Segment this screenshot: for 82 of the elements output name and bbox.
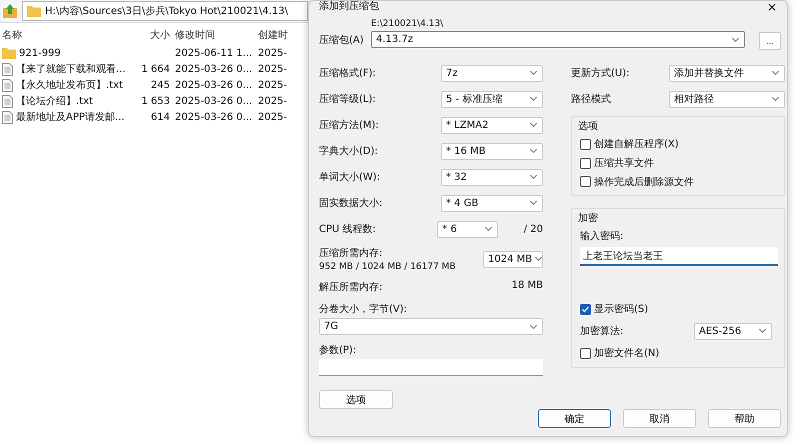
address-text: H:\内容\Sources\3日\步兵\Tokyo Hot\210021\4.13\ bbox=[45, 4, 288, 18]
dialog-title: 添加到压缩包 bbox=[319, 2, 379, 12]
setting-combo[interactable]: * 4 GB bbox=[441, 194, 543, 212]
column-header[interactable]: 创建时 bbox=[255, 28, 294, 42]
up-folder-icon[interactable] bbox=[2, 3, 18, 19]
checkbox[interactable] bbox=[580, 138, 591, 150]
file-name[interactable]: 【永久地址发布页】.txt bbox=[16, 78, 123, 92]
file-size: 1 653 bbox=[140, 96, 170, 106]
thread-count-total: / 20 bbox=[524, 224, 543, 234]
browse-button[interactable]: ... bbox=[759, 32, 781, 50]
created-date: 2025- bbox=[257, 96, 288, 106]
dialog-button[interactable]: 确定 bbox=[538, 409, 611, 428]
checkbox-label: 压缩共享文件 bbox=[594, 156, 654, 170]
setting-label: 固实数据大小: bbox=[319, 196, 384, 210]
column-header[interactable]: 大小 bbox=[130, 28, 170, 42]
checkbox-label: 创建自解压程序(X) bbox=[594, 138, 679, 152]
memory-combo[interactable]: 1024 MB bbox=[483, 250, 543, 268]
setting-combo[interactable]: * 6 bbox=[437, 220, 498, 238]
setting-label: 压缩格式(F): bbox=[319, 66, 377, 80]
file-size: 1 664 bbox=[140, 64, 170, 74]
memory-label: 压缩所需内存: bbox=[319, 246, 384, 260]
modified-date: 2025-03-26 0... bbox=[174, 64, 254, 74]
password-label: 输入密码: bbox=[580, 230, 624, 243]
address-bar[interactable]: H:\内容\Sources\3日\步兵\Tokyo Hot\210021\4.13\ bbox=[22, 1, 308, 21]
created-date: 2025- bbox=[257, 112, 288, 122]
group-title: 加密 bbox=[578, 212, 599, 225]
setting-label: 更新方式(U): bbox=[571, 66, 630, 80]
split-size-combo[interactable]: 7G bbox=[319, 318, 543, 335]
checkbox-label: 操作完成后删除源文件 bbox=[594, 176, 694, 189]
checkbox[interactable] bbox=[580, 348, 591, 358]
dialog-button[interactable]: 帮助 bbox=[708, 409, 781, 428]
decompress-memory-label: 解压所需内存: bbox=[319, 280, 382, 294]
created-date: 2025- bbox=[257, 48, 288, 58]
modified-date: 2025-03-26 0... bbox=[174, 96, 254, 106]
setting-combo[interactable]: * LZMA2 bbox=[441, 116, 543, 134]
file-size: 245 bbox=[150, 80, 170, 90]
modified-date: 2025-06-11 1... bbox=[174, 48, 254, 58]
decompress-memory-value: 18 MB bbox=[512, 280, 543, 293]
file-name[interactable]: 921-999 bbox=[19, 48, 61, 58]
split-size-label: 分卷大小，字节(V): bbox=[319, 302, 408, 316]
folder-icon bbox=[27, 5, 41, 17]
setting-label: 路径模式 bbox=[571, 92, 612, 106]
modified-date: 2025-03-26 0... bbox=[174, 80, 254, 90]
file-name[interactable]: 【论坛介绍】.txt bbox=[16, 94, 93, 108]
file-size: 614 bbox=[150, 112, 170, 122]
file-name[interactable]: 最新地址及APP请发邮... bbox=[16, 110, 124, 124]
group-title: 选项 bbox=[578, 120, 599, 133]
archive-path: E:\210021\4.13\ bbox=[371, 19, 444, 29]
file-name[interactable]: 【来了就能下载和观看... bbox=[16, 62, 126, 76]
modified-date: 2025-03-26 0... bbox=[174, 112, 254, 122]
checkbox-label: 加密文件名(N) bbox=[594, 346, 660, 360]
checkbox[interactable] bbox=[580, 176, 591, 188]
checkbox[interactable] bbox=[580, 304, 591, 314]
encryption-method-label: 加密算法: bbox=[580, 324, 624, 338]
checkbox[interactable] bbox=[580, 158, 591, 168]
setting-combo[interactable]: 7z bbox=[441, 64, 543, 82]
checkbox-label: 显示密码(S) bbox=[594, 302, 648, 316]
password-field[interactable]: 上老王论坛当老王 bbox=[580, 247, 778, 266]
archive-label: 压缩包(A) bbox=[319, 34, 365, 47]
setting-combo[interactable]: 相对路径 bbox=[669, 90, 785, 108]
setting-label: 压缩等级(L): bbox=[319, 92, 377, 106]
encryption-method-combo[interactable]: AES-256 bbox=[694, 322, 772, 340]
options-button[interactable]: 选项 bbox=[319, 390, 393, 409]
parameters-field[interactable] bbox=[319, 359, 543, 376]
folder-icon bbox=[2, 47, 16, 59]
close-button[interactable]: × bbox=[762, 1, 781, 13]
setting-label: 压缩方法(M): bbox=[319, 118, 380, 132]
archive-name-combo[interactable]: 4.13.7z bbox=[371, 31, 745, 48]
memory-detail: 952 MB / 1024 MB / 16177 MB bbox=[319, 262, 456, 272]
setting-combo[interactable]: 添加并替换文件 bbox=[669, 64, 785, 82]
setting-label: 字典大小(D): bbox=[319, 144, 379, 158]
setting-combo[interactable]: * 16 MB bbox=[441, 142, 543, 160]
column-header[interactable]: 名称 bbox=[0, 28, 130, 42]
setting-label: 单词大小(W): bbox=[319, 170, 382, 184]
created-date: 2025- bbox=[257, 80, 288, 90]
setting-combo[interactable]: 5 - 标准压缩 bbox=[441, 90, 543, 108]
column-header[interactable]: 修改时间 bbox=[170, 28, 255, 42]
created-date: 2025- bbox=[257, 64, 288, 74]
dialog-button[interactable]: 取消 bbox=[623, 409, 696, 428]
setting-combo[interactable]: * 32 bbox=[441, 168, 543, 186]
parameters-label: 参数(P): bbox=[319, 344, 358, 357]
setting-label: CPU 线程数: bbox=[319, 222, 377, 236]
